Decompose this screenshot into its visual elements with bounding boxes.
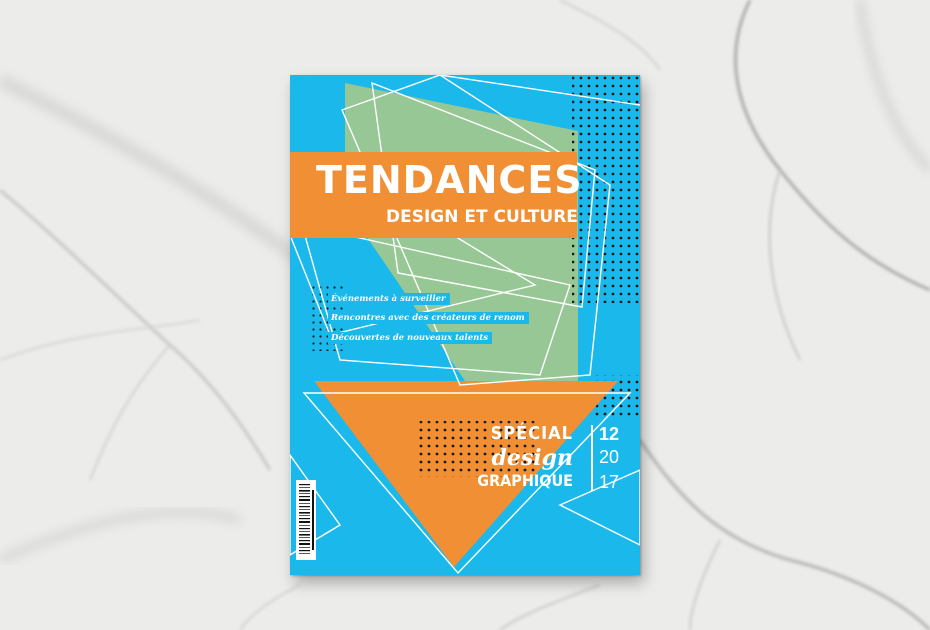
feature-line: Découvertes de nouveaux talents bbox=[328, 332, 493, 344]
magazine-subtitle: DESIGN ET CULTURE bbox=[386, 207, 578, 227]
scene: TENDANCES DESIGN ET CULTURE Événements à… bbox=[0, 0, 930, 630]
magazine-cover: TENDANCES DESIGN ET CULTURE Événements à… bbox=[290, 75, 640, 575]
special-label: SPÉCIAL bbox=[490, 423, 573, 444]
barcode bbox=[296, 480, 316, 560]
cover-artwork bbox=[290, 75, 640, 575]
issue-year-top: 20 bbox=[599, 447, 620, 467]
issue-year-bottom: 17 bbox=[599, 472, 620, 492]
feature-line: Rencontres avec des créateurs de renom bbox=[328, 312, 529, 324]
special-words: SPÉCIAL design GRAPHIQUE bbox=[477, 425, 588, 495]
feature-line: Événements à surveiller bbox=[328, 293, 450, 305]
issue-divider bbox=[591, 425, 593, 491]
special-topic: design bbox=[491, 445, 573, 471]
barcode-icon bbox=[299, 484, 314, 554]
magazine-title: TENDANCES bbox=[316, 158, 583, 202]
issue-number: 12 bbox=[599, 424, 620, 444]
special-topic-suffix: GRAPHIQUE bbox=[477, 471, 573, 490]
